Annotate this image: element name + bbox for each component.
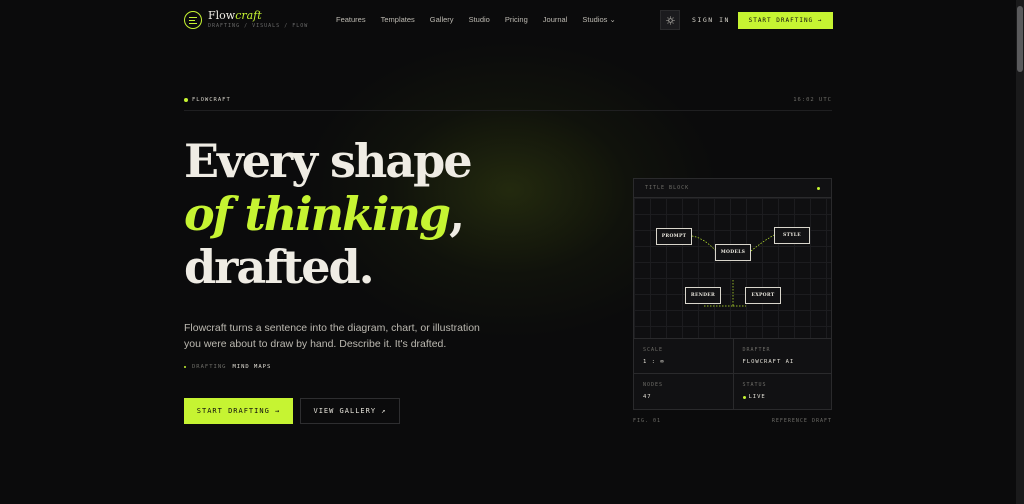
figure-number: FIG. 01	[633, 418, 662, 424]
view-gallery-button[interactable]: VIEW GALLERY ↗	[300, 398, 400, 424]
stat-status: STATUS LIVE	[732, 374, 832, 409]
status-dot-icon	[184, 366, 186, 368]
hero-description: Flowcraft turns a sentence into the diag…	[184, 322, 480, 350]
stat-scale: SCALE 1 : ∞	[634, 339, 733, 374]
flowcraft-logo-icon	[184, 10, 202, 29]
node-export[interactable]: EXPORT	[745, 287, 781, 304]
card-stats: SCALE 1 : ∞ DRAFTER FLOWCRAFT AI NODES 4…	[634, 339, 831, 409]
node-models[interactable]: MODELS	[715, 244, 751, 261]
section-divider	[184, 110, 832, 111]
headline-line-2: of thinking	[184, 187, 451, 241]
start-drafting-header-button[interactable]: START DRAFTING →	[738, 12, 833, 29]
page-scrollbar[interactable]	[1016, 0, 1024, 504]
live-dot-icon	[742, 395, 746, 399]
nav-pricing[interactable]: Pricing	[505, 15, 528, 24]
nav-studio[interactable]: Studio	[469, 15, 490, 24]
stat-nodes: NODES 47	[643, 382, 664, 400]
headline-line-1: Every shape	[184, 134, 473, 188]
figure-caption: REFERENCE DRAFT	[771, 418, 832, 424]
card-title: TITLE BLOCK	[645, 185, 690, 191]
status-value: LIVE	[748, 394, 766, 400]
section-eyebrow: FLOWCRAFT	[184, 97, 231, 103]
hero-headline: Every shape of thinking, drafted.	[184, 134, 473, 294]
headline-line-3: drafted.	[184, 240, 375, 294]
main-nav: Features Templates Gallery Studio Pricin…	[336, 15, 616, 24]
stat-drafter: DRAFTER FLOWCRAFT AI	[732, 339, 831, 374]
drafting-value: MIND MAPS	[232, 364, 272, 370]
nav-studios-dropdown[interactable]: Studios ⌄	[582, 15, 615, 24]
card-header: TITLE BLOCK	[634, 179, 831, 198]
site-header: Flowcraft DRAFTING / VISUALS / FLOW Feat…	[0, 0, 1016, 40]
start-drafting-button[interactable]: START DRAFTING →	[184, 398, 293, 424]
accent-dot-icon	[184, 98, 188, 102]
drafting-label: DRAFTING	[192, 364, 227, 370]
accent-dot-icon	[817, 186, 820, 190]
diagram-connectors	[691, 234, 775, 307]
diagram-canvas: PROMPT MODELS STYLE RENDER EXPORT	[634, 198, 831, 339]
title-block-card: TITLE BLOCK PROMPT MODELS STYLE RENDER E…	[633, 178, 832, 410]
nav-features[interactable]: Features	[336, 15, 366, 24]
node-render[interactable]: RENDER	[685, 287, 721, 304]
theme-toggle-button[interactable]	[660, 10, 680, 30]
drafting-indicator: DRAFTING MIND MAPS	[184, 364, 271, 370]
nav-gallery[interactable]: Gallery	[430, 15, 454, 24]
utc-time: 16:02 UTC	[793, 97, 832, 103]
scrollbar-thumb[interactable]	[1017, 6, 1023, 72]
brand-tagline: DRAFTING / VISUALS / FLOW	[208, 23, 309, 29]
node-style[interactable]: STYLE	[774, 227, 810, 244]
logo[interactable]: Flowcraft DRAFTING / VISUALS / FLOW	[184, 10, 308, 29]
sign-in-link[interactable]: SIGN IN	[692, 16, 730, 24]
brand-name: Flowcraft	[208, 9, 262, 22]
chevron-down-icon: ⌄	[609, 15, 616, 24]
headline-comma: ,	[449, 187, 465, 241]
nav-templates[interactable]: Templates	[381, 15, 415, 24]
sun-icon	[665, 15, 675, 25]
node-prompt[interactable]: PROMPT	[656, 228, 692, 245]
nav-journal[interactable]: Journal	[543, 15, 568, 24]
